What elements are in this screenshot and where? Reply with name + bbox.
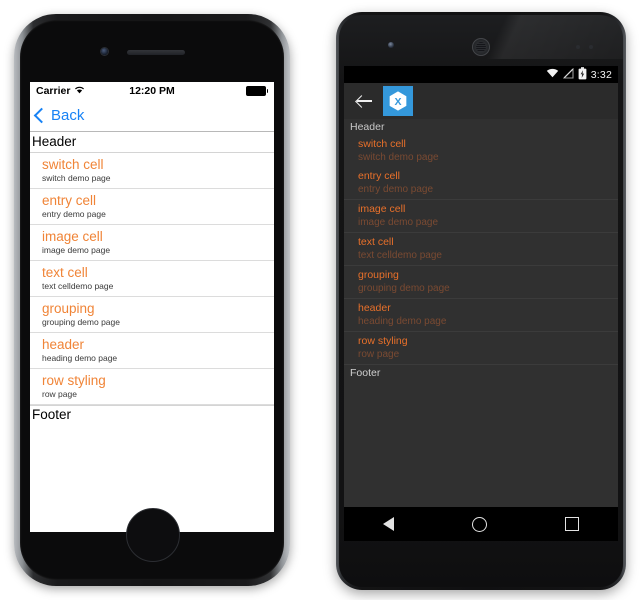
android-action-bar: X — [344, 83, 618, 119]
nav-home-circle-icon[interactable] — [472, 516, 487, 532]
android-list-item-title: switch cell — [358, 138, 406, 150]
ios-list-item-detail: row page — [42, 389, 77, 399]
iphone-bezel: Carrier 12:20 PM Back Header switch cell… — [20, 20, 284, 580]
ios-list-item-title: header — [42, 337, 85, 352]
android-device-frame: 3:32 X Header switch cell switch demo pa… — [336, 12, 626, 590]
ios-list-item-title: image cell — [42, 229, 103, 244]
ios-list-item-detail: image demo page — [42, 245, 111, 255]
ios-list-item-detail: grouping demo page — [42, 317, 120, 327]
ios-list-item-title: switch cell — [42, 157, 104, 172]
android-list-item-title: entry cell — [358, 170, 401, 182]
ios-list-item-detail: entry demo page — [42, 209, 106, 219]
android-list-item[interactable]: header heading demo page — [344, 298, 618, 331]
android-list-item-detail: image demo page — [358, 217, 439, 228]
android-list-item-detail: grouping demo page — [358, 283, 450, 294]
ios-section-header: Header — [30, 132, 274, 153]
ios-navigation-bar: Back — [30, 99, 274, 132]
svg-text:X: X — [394, 96, 401, 108]
android-list-item-detail: text celldemo page — [358, 250, 442, 261]
android-list-item-detail: switch demo page — [358, 152, 439, 163]
android-section-header: Header — [350, 121, 385, 133]
home-button-icon[interactable] — [126, 508, 180, 562]
ios-list-item-detail: heading demo page — [42, 353, 118, 363]
chevron-left-icon — [33, 107, 50, 123]
android-status-bar: 3:32 — [344, 66, 618, 83]
nav-recents-square-icon[interactable] — [565, 517, 579, 531]
android-list-item[interactable]: entry cell entry demo page — [344, 167, 618, 199]
ios-list-item[interactable]: header heading demo page — [30, 333, 274, 369]
android-list-item[interactable]: image cell image demo page — [344, 199, 618, 232]
front-camera-icon — [101, 48, 108, 55]
ios-list-item-title: text cell — [42, 265, 88, 280]
front-camera-icon — [388, 42, 394, 48]
android-list-item-title: row styling — [358, 335, 408, 347]
android-list-item-detail: entry demo page — [358, 184, 434, 195]
xamarin-logo-icon: X — [383, 86, 413, 116]
proximity-sensor-icon — [576, 45, 580, 49]
android-section-footer: Footer — [344, 364, 618, 381]
ios-list-item-title: entry cell — [42, 193, 97, 208]
ios-screen: Carrier 12:20 PM Back Header switch cell… — [30, 82, 274, 532]
ios-clock: 12:20 PM — [129, 84, 175, 97]
android-list-item-detail: row page — [358, 349, 400, 360]
cellular-signal-off-icon — [562, 67, 574, 82]
ios-list-item[interactable]: entry cell entry demo page — [30, 189, 274, 225]
ios-list-item[interactable]: grouping grouping demo page — [30, 297, 274, 333]
iphone-device-frame: Carrier 12:20 PM Back Header switch cell… — [14, 14, 290, 586]
android-clock: 3:32 — [590, 68, 612, 81]
android-list-item[interactable]: switch cell switch demo page — [344, 135, 618, 167]
earpiece-speaker-icon — [127, 50, 185, 55]
battery-full-icon — [245, 85, 268, 96]
screenshot-stage: Carrier 12:20 PM Back Header switch cell… — [0, 0, 640, 600]
android-screen: 3:32 X Header switch cell switch demo pa… — [344, 66, 618, 541]
android-navigation-bar — [344, 507, 618, 541]
ios-list-item-title: grouping — [42, 301, 95, 316]
android-list-item[interactable]: grouping grouping demo page — [344, 265, 618, 298]
ios-list-item[interactable]: image cell image demo page — [30, 225, 274, 261]
earpiece-speaker-icon — [472, 38, 490, 56]
ios-back-label: Back — [51, 106, 85, 124]
ios-list-item-title: row styling — [42, 373, 106, 388]
android-list-item-title: header — [358, 302, 391, 314]
android-list-view[interactable]: Header switch cell switch demo page entr… — [344, 119, 618, 381]
ios-list-view[interactable]: Header switch cell switch demo page entr… — [30, 132, 274, 424]
ios-list-item[interactable]: text cell text celldemo page — [30, 261, 274, 297]
ios-list-item[interactable]: row styling row page — [30, 369, 274, 405]
android-list-item-title: image cell — [358, 203, 406, 215]
ios-back-button[interactable]: Back — [33, 106, 85, 124]
android-list-item[interactable]: text cell text celldemo page — [344, 232, 618, 265]
battery-charging-icon — [578, 66, 587, 83]
nav-back-triangle-icon[interactable] — [383, 517, 394, 531]
wifi-icon — [546, 68, 559, 81]
android-list-item[interactable]: row styling row page — [344, 331, 618, 364]
arrow-back-icon[interactable] — [356, 92, 374, 110]
ios-list-item-detail: switch demo page — [42, 173, 111, 183]
android-list-item-title: grouping — [358, 269, 399, 281]
ios-list-item[interactable]: switch cell switch demo page — [30, 153, 274, 189]
ios-list-item-detail: text celldemo page — [42, 281, 114, 291]
android-list-item-title: text cell — [358, 236, 394, 248]
ios-status-bar: Carrier 12:20 PM — [30, 82, 274, 99]
ios-section-footer: Footer — [30, 405, 274, 424]
android-list-item-detail: heading demo page — [358, 316, 447, 327]
light-sensor-icon — [589, 45, 593, 49]
